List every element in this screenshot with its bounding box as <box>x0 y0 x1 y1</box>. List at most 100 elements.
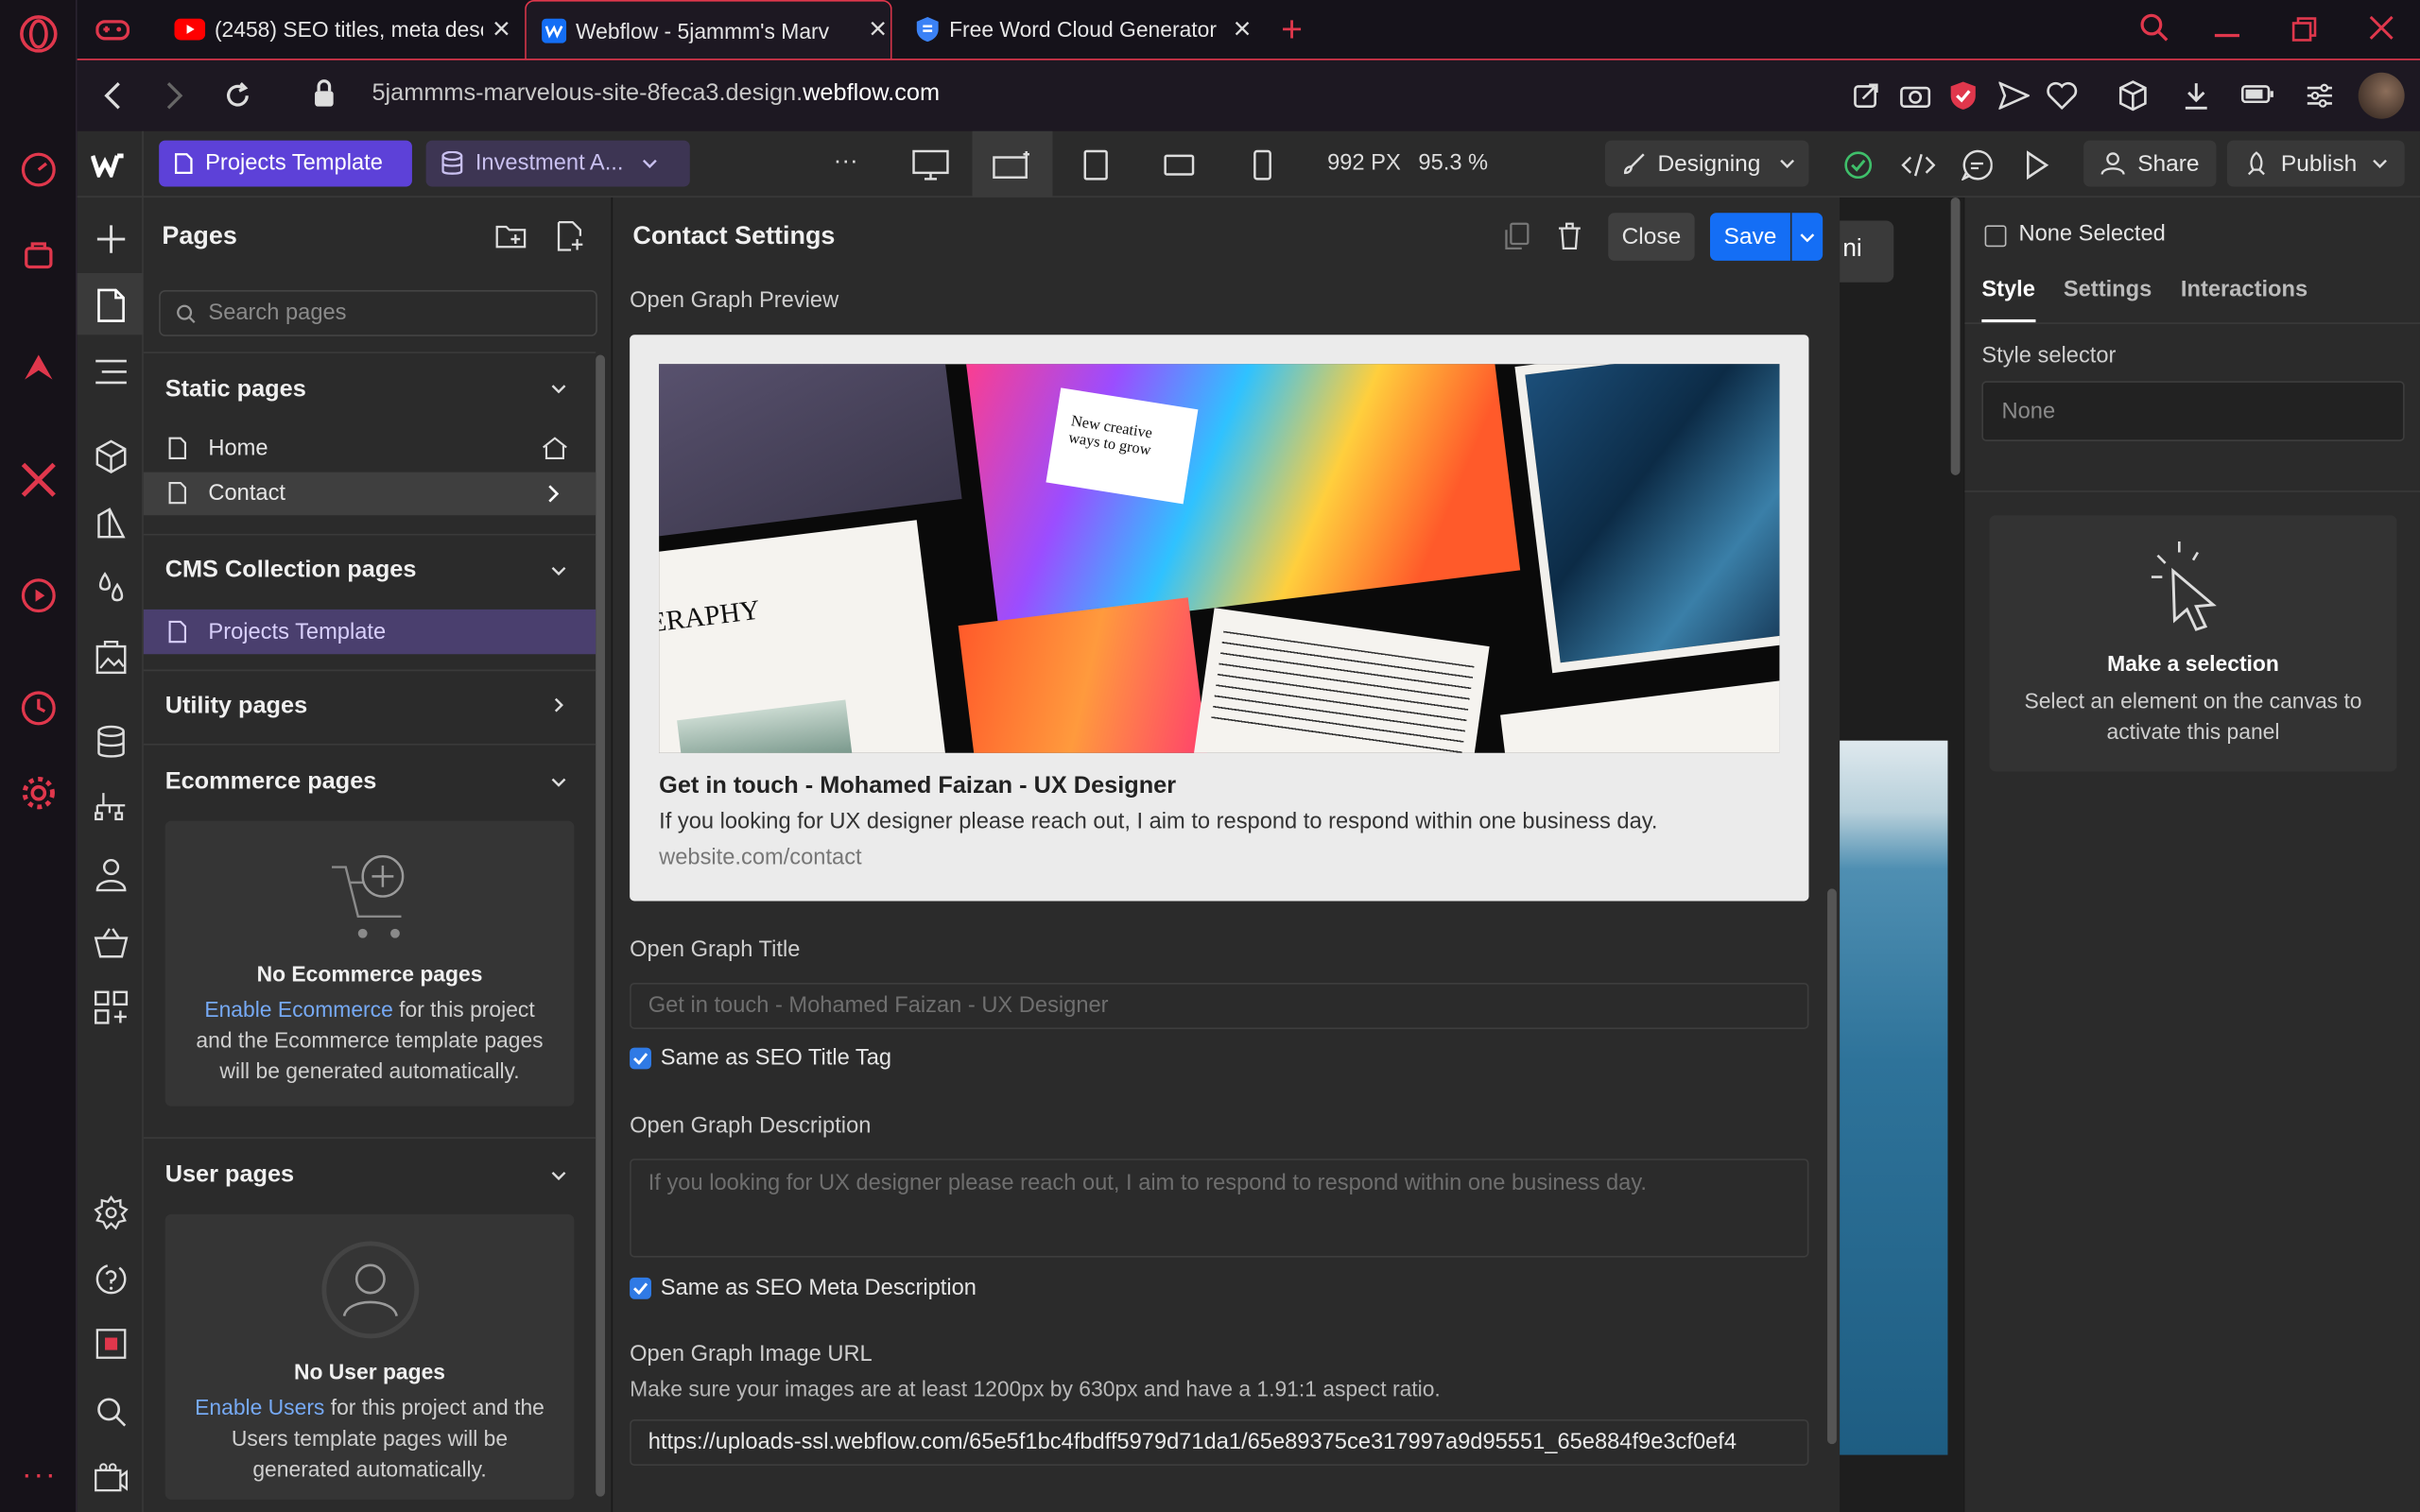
canvas-area[interactable]: ni <box>1840 197 1963 1512</box>
og-image-url-input[interactable]: https://uploads-ssl.webflow.com/65e5f1bc… <box>630 1419 1809 1467</box>
minimize-icon[interactable] <box>2214 33 2239 38</box>
navigator-icon[interactable] <box>91 352 130 390</box>
same-as-seo-description-checkbox[interactable]: Same as SEO Meta Description <box>630 1276 977 1300</box>
heart-icon[interactable] <box>2047 81 2078 110</box>
variables-icon[interactable] <box>91 568 130 607</box>
og-description-textarea[interactable]: If you looking for UX designer please re… <box>630 1159 1809 1258</box>
forward-icon[interactable] <box>164 80 185 112</box>
mobile-portrait-icon[interactable] <box>1253 149 1272 180</box>
battery-icon[interactable] <box>2240 83 2275 105</box>
reload-icon[interactable] <box>222 80 253 112</box>
cms-pages-heading[interactable]: CMS Collection pages <box>165 557 417 584</box>
close-tab-icon[interactable]: × <box>1233 11 1251 47</box>
enable-users-link[interactable]: Enable Users <box>195 1395 324 1419</box>
speed-dial-icon[interactable] <box>20 151 57 188</box>
chevron-right-icon[interactable] <box>554 697 563 713</box>
publish-button[interactable]: Publish <box>2226 140 2405 187</box>
cms-icon[interactable] <box>91 722 130 761</box>
comments-icon[interactable] <box>1962 149 1993 181</box>
send-icon[interactable] <box>1998 81 2030 110</box>
utility-pages-heading[interactable]: Utility pages <box>165 693 307 720</box>
shopping-icon[interactable] <box>20 236 57 273</box>
webflow-logo-icon[interactable] <box>78 130 144 198</box>
more-icon[interactable]: ··· <box>22 1458 58 1494</box>
search-tabs-icon[interactable] <box>2139 12 2170 43</box>
back-icon[interactable] <box>102 80 124 112</box>
page-item-contact[interactable]: Contact <box>143 472 596 516</box>
ecommerce-pages-heading[interactable]: Ecommerce pages <box>165 768 377 796</box>
new-folder-icon[interactable] <box>495 222 527 249</box>
mode-selector[interactable]: Designing <box>1604 140 1809 187</box>
close-window-icon[interactable] <box>2367 14 2394 42</box>
tab-youtube[interactable]: (2458) SEO titles, meta desc × <box>159 0 510 59</box>
preview-play-icon[interactable] <box>2025 149 2049 180</box>
chevron-down-icon[interactable] <box>551 1171 566 1180</box>
trash-icon[interactable] <box>1557 222 1582 249</box>
og-title-input[interactable]: Get in touch - Mohamed Faizan - UX Desig… <box>630 982 1809 1029</box>
chevron-right-icon[interactable] <box>548 485 560 504</box>
search-icon[interactable] <box>91 1392 130 1431</box>
assets-icon[interactable] <box>91 637 130 676</box>
canvas-button-fragment[interactable]: ni <box>1840 220 1894 283</box>
close-button[interactable]: Close <box>1608 213 1695 261</box>
profile-avatar[interactable] <box>2358 72 2405 119</box>
easy-setup-icon[interactable] <box>2306 82 2333 110</box>
logic-icon[interactable] <box>91 788 130 827</box>
new-page-icon[interactable] <box>557 220 584 251</box>
canvas-scrollbar-thumb[interactable] <box>1950 197 1961 475</box>
record-stop-icon[interactable] <box>91 1324 130 1363</box>
new-tab-icon[interactable]: + <box>1281 9 1303 53</box>
enable-ecommerce-link[interactable]: Enable Ecommerce <box>204 997 392 1022</box>
style-manager-icon[interactable] <box>91 503 130 541</box>
save-options-button[interactable] <box>1791 213 1824 261</box>
duplicate-icon[interactable] <box>1505 222 1530 249</box>
close-tab-icon[interactable]: × <box>869 12 887 48</box>
chevron-down-icon[interactable] <box>551 385 566 394</box>
tablet-breakpoint-icon[interactable] <box>1083 149 1108 180</box>
settings-icon[interactable] <box>91 1193 130 1231</box>
camera-icon[interactable] <box>1900 82 1931 110</box>
page-item-projects-template[interactable]: Projects Template <box>143 609 596 655</box>
panel-scrollbar-thumb[interactable] <box>596 354 605 1497</box>
tab-interactions[interactable]: Interactions <box>2181 278 2308 302</box>
static-pages-heading[interactable]: Static pages <box>165 376 306 404</box>
collection-selector[interactable]: Investment A... <box>425 140 690 187</box>
same-as-seo-title-checkbox[interactable]: Same as SEO Title Tag <box>630 1046 891 1071</box>
chevron-down-icon[interactable] <box>551 778 566 787</box>
tab-style[interactable]: Style <box>1981 278 2035 302</box>
game-controller-icon[interactable] <box>95 14 130 45</box>
history-icon[interactable] <box>20 690 57 727</box>
panel-scrollbar-track[interactable] <box>596 354 605 1497</box>
page-item-home[interactable]: Home <box>144 427 596 471</box>
ecommerce-icon[interactable] <box>91 922 130 961</box>
player-icon[interactable] <box>20 577 57 614</box>
base-breakpoint-icon[interactable] <box>972 130 1053 198</box>
tab-webflow[interactable]: Webflow - 5jammm's Marv × <box>525 0 892 60</box>
settings-scrollbar-thumb[interactable] <box>1827 888 1837 1445</box>
opera-logo-icon[interactable] <box>19 14 59 54</box>
tab-word-cloud[interactable]: Free Word Cloud Generator × <box>900 0 1261 59</box>
apps-icon[interactable] <box>91 988 130 1026</box>
download-icon[interactable] <box>2183 80 2210 112</box>
page-selector[interactable]: Projects Template <box>159 140 412 187</box>
add-elements-icon[interactable] <box>91 219 130 258</box>
restore-icon[interactable] <box>2291 17 2317 42</box>
aria-icon[interactable] <box>20 349 57 386</box>
settings-gear-icon[interactable] <box>20 775 57 812</box>
more-options-icon[interactable]: ··· <box>834 148 858 176</box>
share-page-icon[interactable] <box>1852 82 1879 110</box>
tab-settings[interactable]: Settings <box>2064 278 2152 302</box>
pages-icon[interactable] <box>91 285 130 324</box>
url-field[interactable]: 5jammms-marvelous-site-8feca3.design.web… <box>372 80 940 108</box>
x-twitter-icon[interactable] <box>19 460 59 500</box>
close-tab-icon[interactable]: × <box>493 11 510 47</box>
code-icon[interactable] <box>1901 151 1936 179</box>
users-icon[interactable] <box>91 854 130 893</box>
lock-icon[interactable] <box>312 78 337 110</box>
adblock-shield-icon[interactable] <box>1949 80 1977 112</box>
cube-icon[interactable] <box>2118 80 2149 112</box>
share-button[interactable]: Share <box>2083 140 2217 187</box>
style-selector-input[interactable]: None <box>1981 381 2405 441</box>
mobile-landscape-icon[interactable] <box>1164 154 1195 176</box>
desktop-breakpoint-icon[interactable] <box>912 149 949 180</box>
